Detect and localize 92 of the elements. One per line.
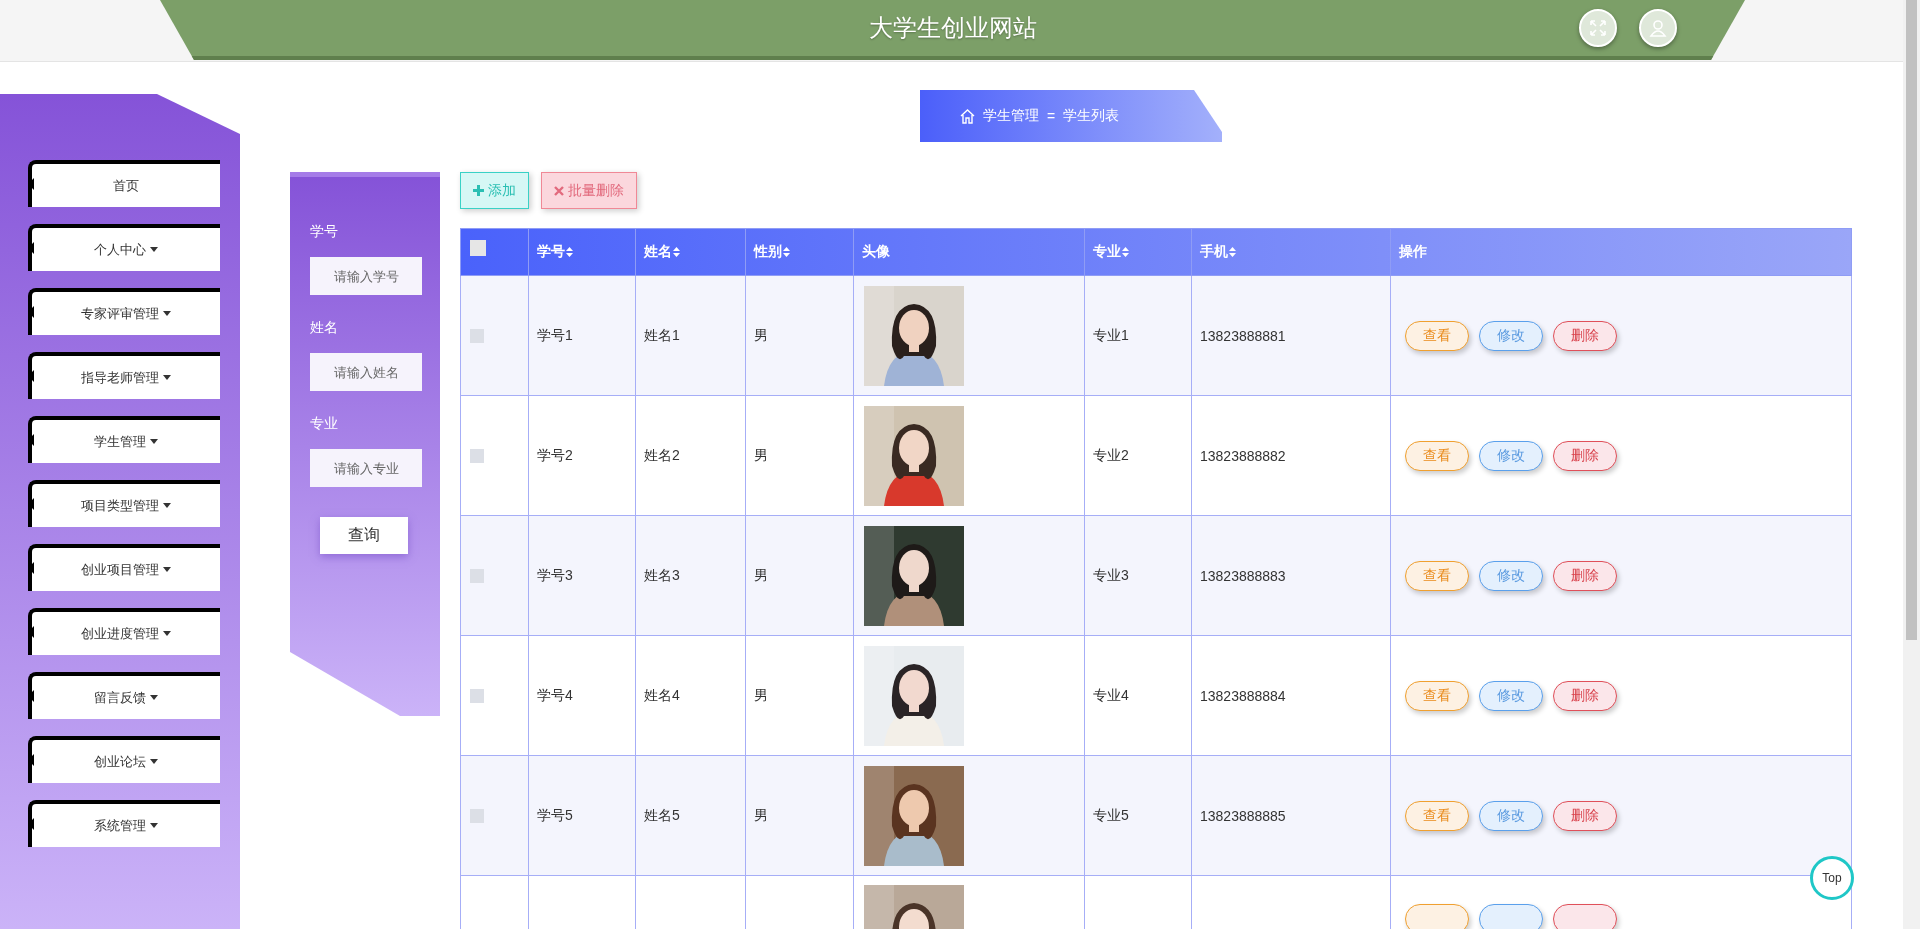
field-label: 专业 (310, 415, 339, 433)
column-header: 头像 (862, 243, 890, 261)
close-icon (554, 185, 564, 196)
checkbox[interactable] (470, 448, 484, 463)
breadcrumb-link[interactable]: 学生管理 (983, 107, 1039, 125)
table-cell: 学号5 (528, 755, 636, 876)
delete-button[interactable]: 删除 (1553, 800, 1617, 831)
view-button[interactable]: 查看 (1405, 320, 1469, 351)
input-field[interactable]: 请输入学号 (310, 257, 422, 295)
table-cell: 姓名1 (635, 275, 746, 396)
breadcrumb-separator: = (1047, 108, 1056, 124)
delete-button[interactable]: 删除 (1553, 440, 1617, 471)
breadcrumb-link[interactable]: 学生列表 (1063, 107, 1120, 125)
caret-icon (163, 631, 171, 636)
edit-button[interactable]: 修改 (1479, 680, 1543, 711)
checkbox[interactable] (470, 688, 484, 703)
table-cell: 专业3 (1084, 515, 1192, 636)
table-cell: 学号3 (528, 515, 636, 636)
table-cell: 姓名2 (635, 395, 746, 516)
table-cell: 13823888885 (1191, 755, 1391, 876)
view-button[interactable]: 查看 (1405, 560, 1469, 591)
checkbox[interactable] (470, 568, 484, 583)
search-button[interactable]: 查询 (320, 517, 408, 554)
scrollbar[interactable] (1903, 0, 1920, 929)
delete-button[interactable]: 删除 (1553, 320, 1617, 351)
caret-icon (163, 567, 171, 572)
table-cell: 姓名5 (635, 755, 746, 876)
table-cell: 姓名3 (635, 515, 746, 636)
sort-icon (673, 247, 680, 257)
column-header[interactable]: 姓名 (644, 243, 680, 261)
field-label: 姓名 (310, 319, 339, 337)
delete-button[interactable] (1553, 904, 1617, 929)
table-cell: 专业5 (1084, 755, 1192, 876)
column-header: 操作 (1399, 243, 1427, 261)
table-cell: 男 (745, 395, 854, 516)
view-button[interactable]: 查看 (1405, 800, 1469, 831)
table-cell: 13823888883 (1191, 515, 1391, 636)
column-header[interactable]: 手机 (1200, 243, 1236, 261)
table-cell: 学号2 (528, 395, 636, 516)
checkbox[interactable] (470, 240, 486, 256)
delete-button[interactable]: 删除 (1553, 680, 1617, 711)
input-field[interactable]: 请输入姓名 (310, 353, 422, 391)
column-header[interactable]: 学号 (537, 243, 573, 261)
plus-icon (473, 185, 484, 196)
field-label: 学号 (310, 223, 339, 241)
table-cell: 男 (745, 755, 854, 876)
table-cell: 13823888881 (1191, 275, 1391, 396)
table-cell: 13823888884 (1191, 635, 1391, 756)
edit-button[interactable]: 修改 (1479, 320, 1543, 351)
caret-icon (150, 247, 158, 252)
edit-button[interactable]: 修改 (1479, 440, 1543, 471)
sort-icon (1122, 247, 1129, 257)
view-button[interactable]: 查看 (1405, 680, 1469, 711)
table-cell: 姓名4 (635, 635, 746, 756)
caret-icon (163, 311, 171, 316)
sort-icon (566, 247, 573, 257)
view-button[interactable]: 查看 (1405, 440, 1469, 471)
user-icon (1649, 19, 1667, 37)
edit-button[interactable] (1479, 904, 1543, 929)
batch-delete-button[interactable]: 批量删除 (541, 172, 637, 209)
checkbox[interactable] (470, 808, 484, 823)
caret-icon (150, 823, 158, 828)
table-cell: 13823888882 (1191, 395, 1391, 516)
edit-button[interactable]: 修改 (1479, 560, 1543, 591)
table-cell: 学号4 (528, 635, 636, 756)
caret-icon (163, 375, 171, 380)
checkbox[interactable] (470, 328, 484, 343)
home-icon (960, 108, 975, 124)
delete-button[interactable]: 删除 (1553, 560, 1617, 591)
edit-button[interactable]: 修改 (1479, 800, 1543, 831)
column-header[interactable]: 性别 (754, 243, 790, 261)
table-cell: 专业2 (1084, 395, 1192, 516)
column-header[interactable]: 专业 (1093, 243, 1129, 261)
site-title: 大学生创业网站 (868, 13, 1037, 43)
add-button[interactable]: 添加 (460, 172, 529, 209)
table-cell: 学号1 (528, 275, 636, 396)
table-cell: 男 (745, 515, 854, 636)
fullscreen-icon (1589, 19, 1607, 37)
view-button[interactable] (1405, 904, 1469, 929)
caret-icon (163, 503, 171, 508)
sort-icon (1229, 247, 1236, 257)
table-cell: 专业4 (1084, 635, 1192, 756)
caret-icon (150, 759, 158, 764)
fullscreen-button[interactable] (1579, 9, 1617, 47)
caret-icon (150, 439, 158, 444)
table-cell: 男 (745, 635, 854, 756)
user-button[interactable] (1639, 9, 1677, 47)
caret-icon (150, 695, 158, 700)
sort-icon (783, 247, 790, 257)
table-cell: 男 (745, 275, 854, 396)
input-field[interactable]: 请输入专业 (310, 449, 422, 487)
table-cell: 专业1 (1084, 275, 1192, 396)
